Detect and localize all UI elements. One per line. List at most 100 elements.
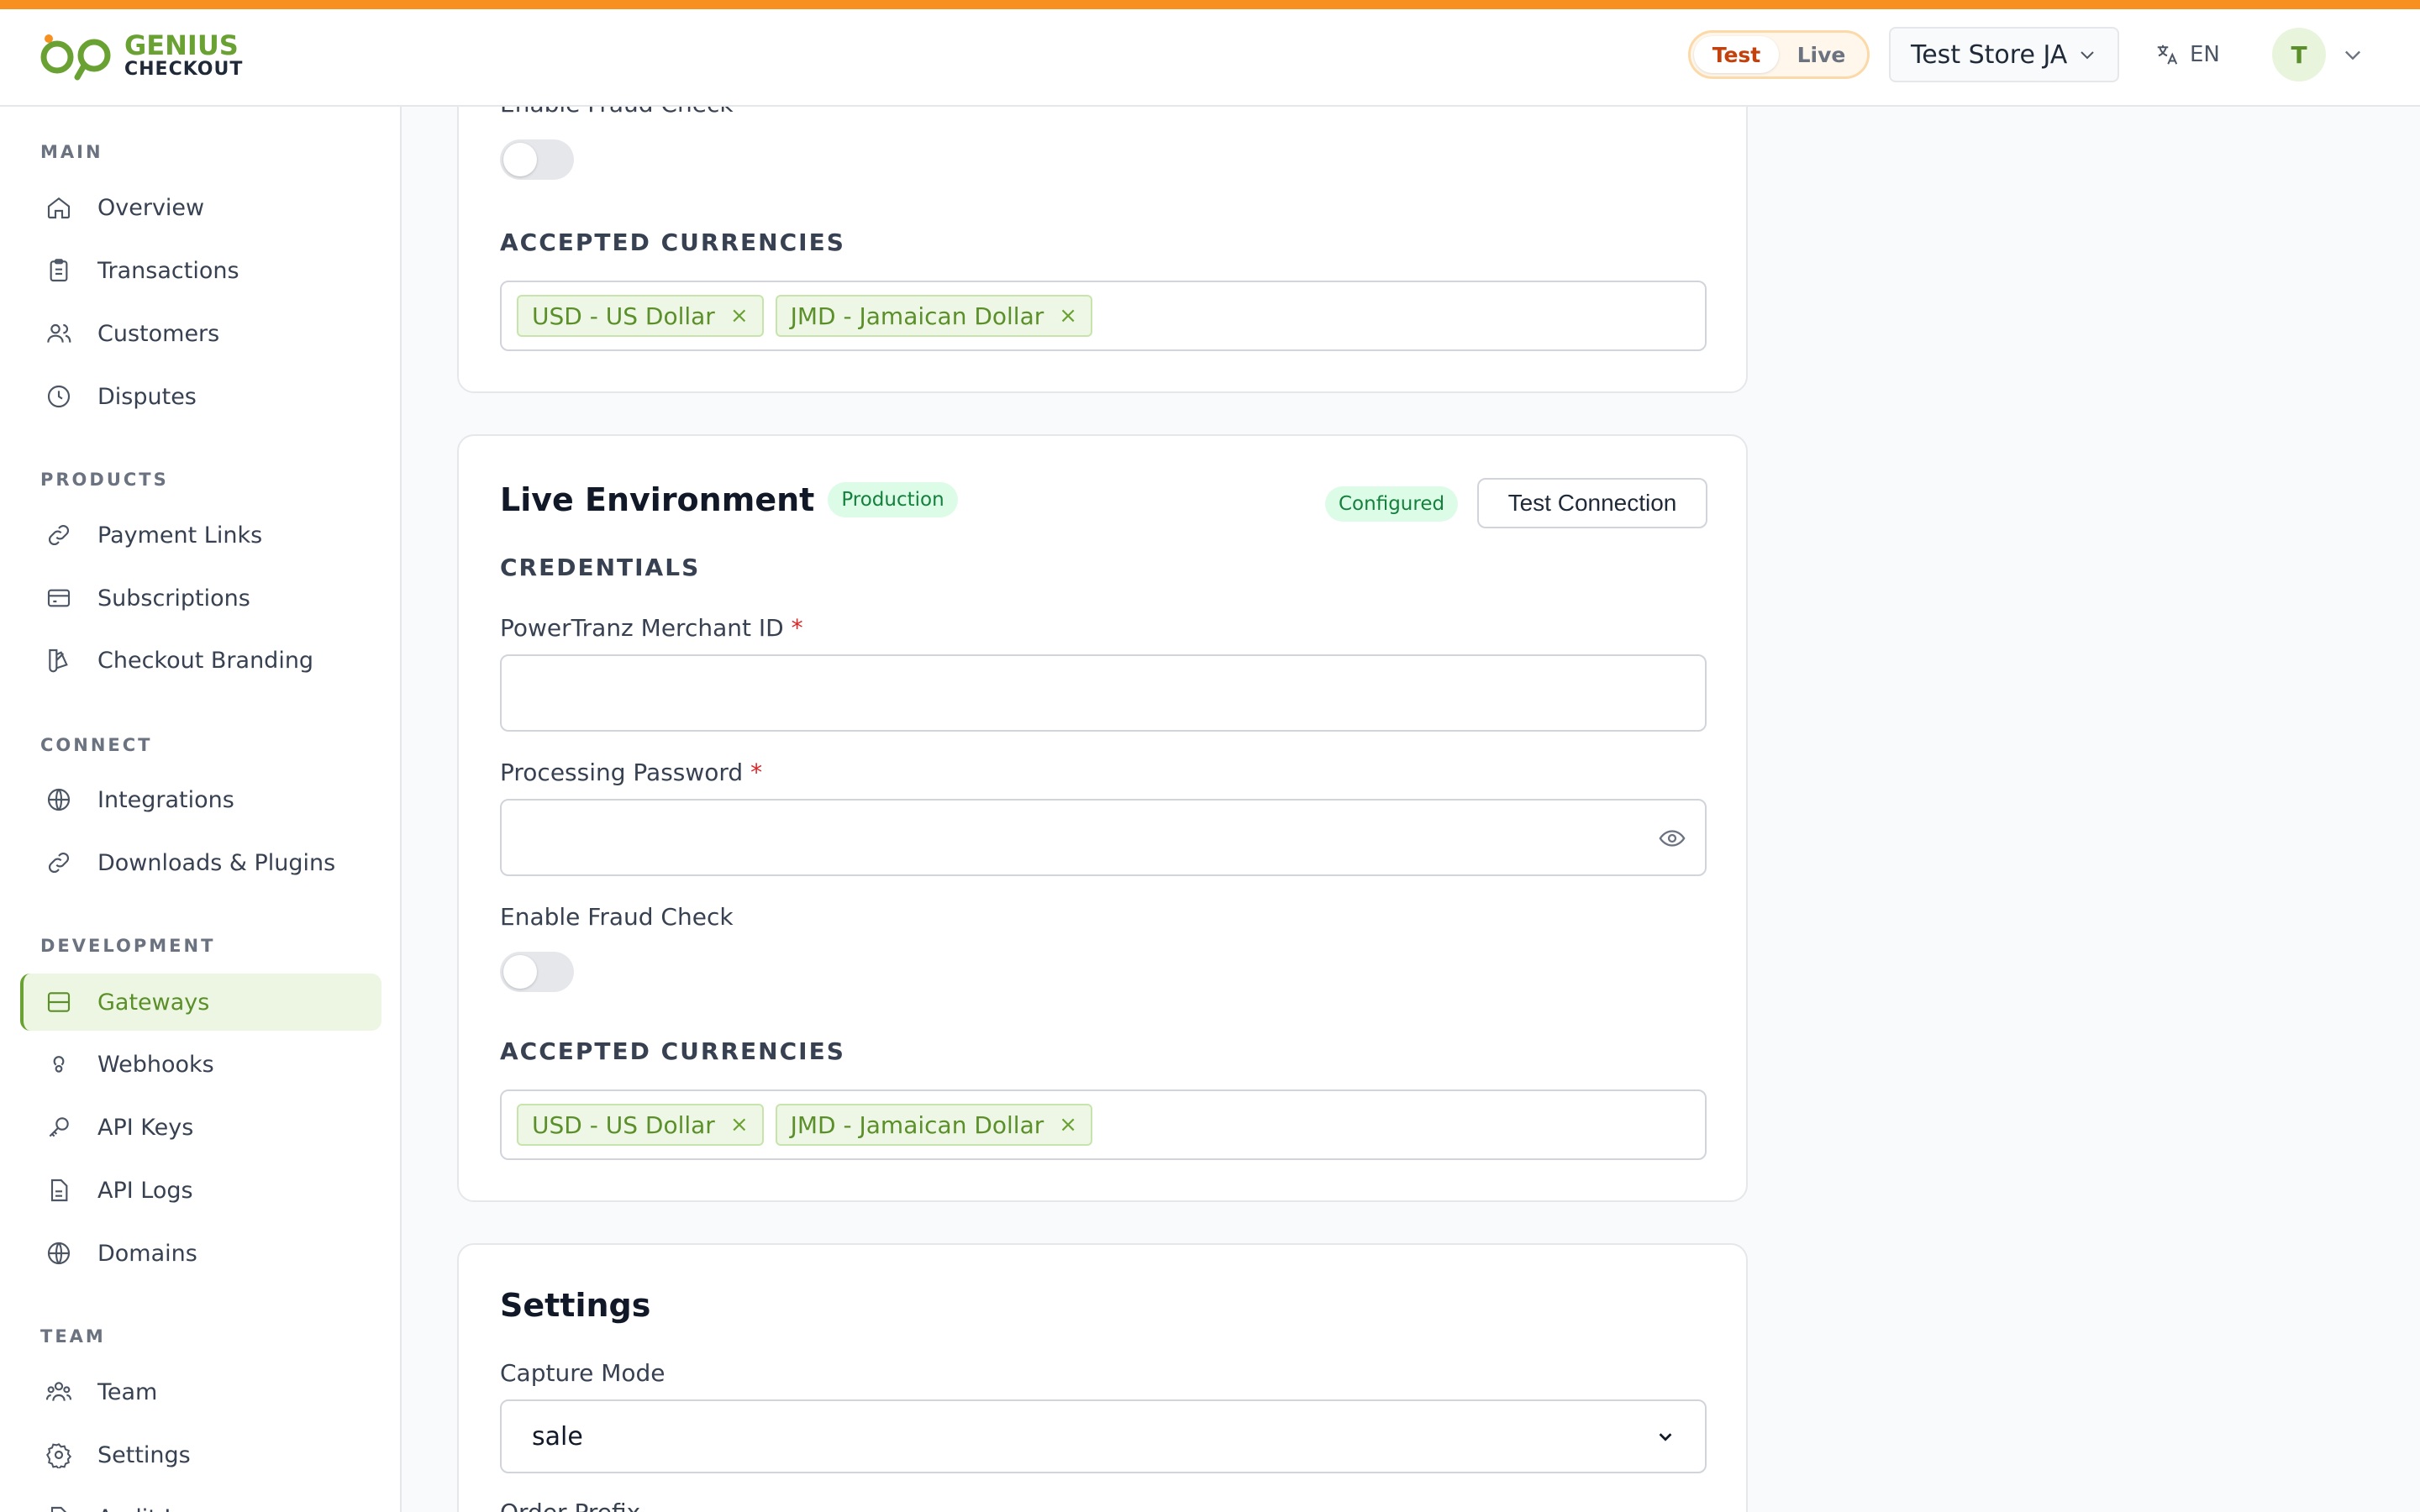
sidebar-item-team[interactable]: Team: [20, 1363, 381, 1420]
sidebar-item-label: Customers: [97, 320, 220, 347]
show-password-eye-icon[interactable]: [1658, 824, 1686, 853]
sidebar-item-payment-links[interactable]: Payment Links: [20, 507, 381, 564]
file-icon: [44, 1503, 74, 1512]
currency-multiselect[interactable]: USD - US Dollar × JMD - Jamaican Dollar …: [500, 281, 1707, 351]
sidebar-item-label: Settings: [97, 1441, 191, 1468]
globe-icon: [44, 1238, 74, 1268]
sidebar-item-label: Webhooks: [97, 1051, 214, 1078]
sidebar-item-webhooks[interactable]: Webhooks: [20, 1036, 381, 1093]
user-avatar[interactable]: T: [2272, 28, 2326, 81]
globe-icon: [44, 785, 74, 815]
sidebar-item-api-logs[interactable]: API Logs: [20, 1162, 381, 1219]
capture-mode-select[interactable]: sale: [500, 1399, 1707, 1473]
sidebar-section-development: DEVELOPMENT: [40, 936, 216, 956]
sidebar-item-label: Payment Links: [97, 522, 263, 549]
sidebar-item-label: Integrations: [97, 786, 234, 813]
clipboard-icon: [44, 255, 74, 286]
store-selector-label: Test Store JA: [1911, 39, 2068, 70]
capture-mode-label: Capture Mode: [500, 1359, 666, 1387]
sidebar-item-label: API Keys: [97, 1114, 194, 1141]
sidebar-item-label: Subscriptions: [97, 585, 250, 612]
chevron-down-icon: [1659, 1433, 1672, 1441]
processing-password-label-text: Processing Password: [500, 759, 744, 786]
card-icon: [44, 583, 74, 613]
settings-title: Settings: [500, 1287, 651, 1324]
sidebar-section-products: PRODUCTS: [40, 470, 169, 490]
accepted-currencies-heading: ACCEPTED CURRENCIES: [500, 1037, 845, 1065]
currency-multiselect[interactable]: USD - US Dollar × JMD - Jamaican Dollar …: [500, 1089, 1707, 1160]
store-selector[interactable]: Test Store JA: [1889, 27, 2119, 82]
top-accent-stripe: [0, 0, 2420, 9]
remove-chip-icon[interactable]: ×: [730, 1112, 749, 1137]
sidebar-item-label: Checkout Branding: [97, 647, 314, 674]
remove-chip-icon[interactable]: ×: [730, 303, 749, 328]
remove-chip-icon[interactable]: ×: [1059, 1112, 1077, 1137]
mode-live-option[interactable]: Live: [1779, 36, 1864, 73]
sidebar-item-overview[interactable]: Overview: [20, 179, 381, 236]
palette-icon: [44, 645, 74, 675]
accepted-currencies-heading: ACCEPTED CURRENCIES: [500, 228, 845, 256]
sidebar: MAIN Overview Transactions Customers Dis…: [0, 107, 402, 1512]
currency-chip-label: JMD - Jamaican Dollar: [790, 302, 1044, 330]
credentials-heading: CREDENTIALS: [500, 554, 701, 581]
sidebar-item-checkout-branding[interactable]: Checkout Branding: [20, 632, 381, 689]
sidebar-item-audit-log[interactable]: Audit Log: [20, 1489, 381, 1512]
sidebar-item-api-keys[interactable]: API Keys: [20, 1099, 381, 1156]
fraud-check-toggle[interactable]: [500, 139, 574, 180]
remove-chip-icon[interactable]: ×: [1059, 303, 1077, 328]
sidebar-item-gateways[interactable]: Gateways: [20, 974, 381, 1031]
sidebar-section-connect: CONNECT: [40, 735, 153, 755]
live-environment-title: Live Environment: [500, 481, 815, 518]
sidebar-section-main: MAIN: [40, 142, 103, 162]
link-icon: [44, 520, 74, 550]
processing-password-label: Processing Password *: [500, 759, 762, 786]
currency-chip: JMD - Jamaican Dollar ×: [775, 1104, 1093, 1146]
settings-card: Settings Capture Mode sale Order Prefix: [457, 1243, 1748, 1512]
test-connection-button[interactable]: Test Connection: [1477, 478, 1707, 528]
account-menu-chevron-icon[interactable]: [2341, 43, 2365, 66]
sidebar-item-downloads-plugins[interactable]: Downloads & Plugins: [20, 834, 381, 891]
currency-chip-label: JMD - Jamaican Dollar: [790, 1110, 1044, 1139]
sidebar-item-label: Transactions: [97, 257, 239, 284]
logo-text-genius: GENIUS: [124, 29, 239, 61]
key-icon: [44, 1112, 74, 1142]
sidebar-item-label: Overview: [97, 194, 205, 221]
gear-icon: [44, 1440, 74, 1470]
fraud-check-label: Enable Fraud Check: [500, 903, 734, 931]
sidebar-item-label: Gateways: [97, 989, 210, 1016]
genius-checkout-logo[interactable]: GENIUS CHECKOUT: [40, 26, 243, 85]
currency-chip-label: USD - US Dollar: [532, 302, 715, 330]
sidebar-item-customers[interactable]: Customers: [20, 305, 381, 362]
sidebar-item-label: API Logs: [97, 1177, 193, 1204]
server-icon: [44, 987, 74, 1017]
required-mark: *: [750, 759, 763, 786]
webhook-icon: [44, 1049, 74, 1079]
fraud-check-toggle[interactable]: [500, 952, 574, 992]
merchant-id-label-text: PowerTranz Merchant ID: [500, 614, 784, 642]
required-mark: *: [791, 614, 803, 642]
file-icon: [44, 1175, 74, 1205]
sidebar-item-settings[interactable]: Settings: [20, 1426, 381, 1483]
mode-test-option[interactable]: Test: [1694, 36, 1779, 73]
sidebar-item-domains[interactable]: Domains: [20, 1225, 381, 1282]
sidebar-item-transactions[interactable]: Transactions: [20, 242, 381, 299]
currency-chip: JMD - Jamaican Dollar ×: [775, 295, 1093, 337]
translate-icon: [2157, 45, 2178, 65]
sidebar-item-label: Disputes: [97, 383, 197, 410]
processing-password-input[interactable]: [500, 799, 1707, 876]
currency-chip-label: USD - US Dollar: [532, 1110, 715, 1139]
configured-status-badge: Configured: [1325, 486, 1459, 522]
language-code: EN: [2190, 42, 2220, 67]
environment-mode-toggle: Test Live: [1688, 30, 1870, 79]
merchant-id-label: PowerTranz Merchant ID *: [500, 614, 803, 642]
currency-chip: USD - US Dollar ×: [517, 1104, 764, 1146]
sidebar-item-integrations[interactable]: Integrations: [20, 771, 381, 828]
language-switcher[interactable]: EN: [2154, 34, 2220, 75]
users-icon: [44, 318, 74, 349]
team-icon: [44, 1377, 74, 1407]
merchant-id-input[interactable]: [500, 654, 1707, 732]
sidebar-item-label: Team: [97, 1378, 158, 1405]
sidebar-item-label: Audit Log: [97, 1505, 205, 1512]
sidebar-item-subscriptions[interactable]: Subscriptions: [20, 570, 381, 627]
sidebar-item-disputes[interactable]: Disputes: [20, 368, 381, 425]
